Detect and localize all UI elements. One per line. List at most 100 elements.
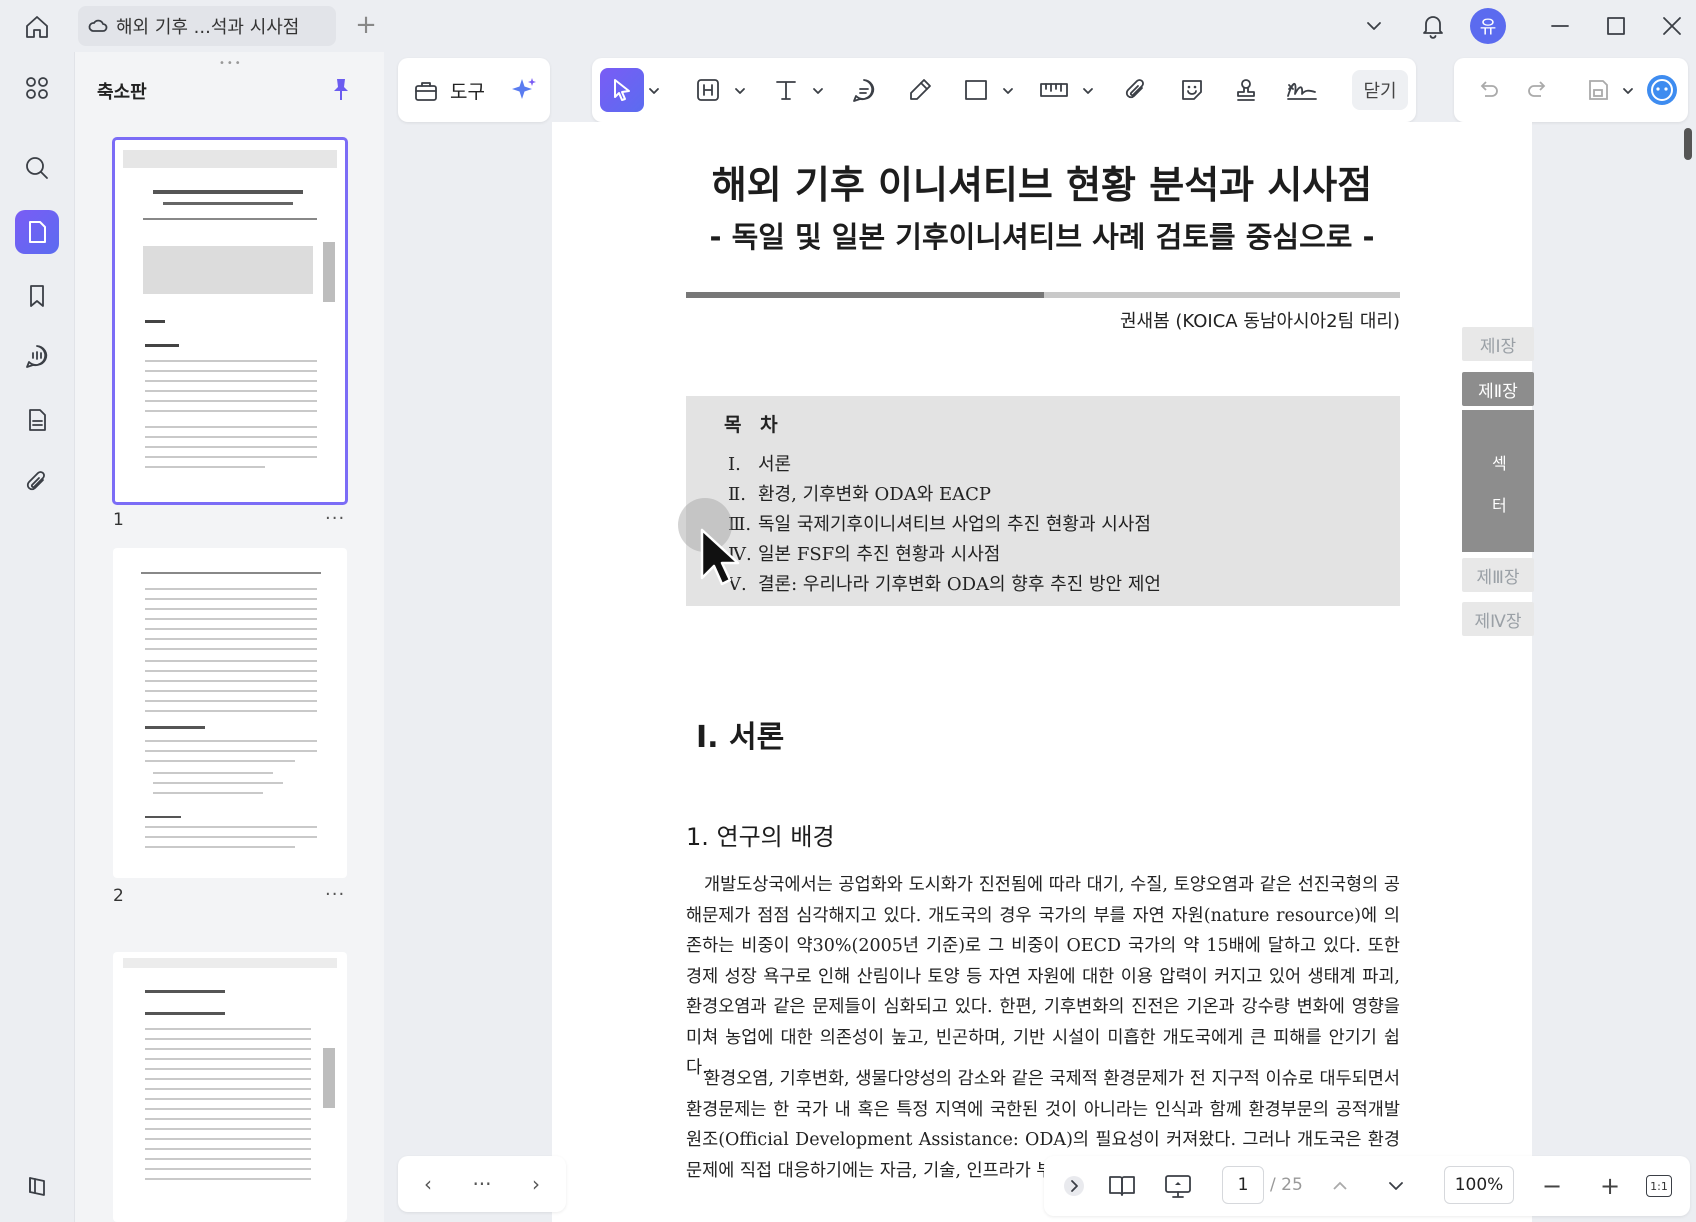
total-pages: / 25 (1270, 1175, 1303, 1195)
stamp-icon[interactable] (1224, 68, 1268, 112)
left-sidebar-rail (0, 52, 74, 1222)
bookmark-icon[interactable] (15, 274, 59, 318)
page-thumbnail-1[interactable] (112, 137, 348, 505)
comment-tool-icon[interactable] (842, 68, 886, 112)
toc-item[interactable]: Ⅰ. 서론 (728, 450, 791, 476)
maximize-icon[interactable] (1602, 12, 1630, 40)
tools-label[interactable]: 도구 (450, 77, 485, 104)
subsection-heading: 1. 연구의 배경 (686, 823, 835, 851)
panel-title: 축소판 (97, 82, 147, 103)
toc-item[interactable]: Ⅴ. 결론: 우리나라 기후변화 ODA의 향후 추진 방안 제언 (728, 570, 1161, 596)
toc-item-number: Ⅱ. (728, 484, 746, 505)
page-up-icon[interactable] (1324, 1170, 1356, 1202)
shape-tool-icon[interactable] (954, 68, 998, 112)
tab-title: 해외 기후 ...석과 시사점 (116, 17, 300, 38)
section-tab-2[interactable]: 제Ⅱ장 (1462, 372, 1534, 406)
chevron-down-icon[interactable] (1082, 86, 1094, 96)
chevron-down-icon[interactable] (812, 86, 824, 96)
apps-icon[interactable] (15, 66, 59, 110)
page-thumbnail-3[interactable] (113, 952, 347, 1222)
toolbox-icon[interactable] (412, 76, 440, 104)
table-of-contents: 목 차 Ⅰ. 서론 Ⅱ. 환경, 기후변화 ODA와 EACP Ⅲ. 독일 국제기후이… (686, 396, 1400, 606)
vertical-scrollbar[interactable] (1684, 128, 1692, 160)
close-window-icon[interactable] (1658, 12, 1686, 40)
zoom-in-button[interactable]: + (1594, 1170, 1626, 1202)
zoom-out-button[interactable]: − (1536, 1170, 1568, 1202)
zoom-level[interactable]: 100% (1444, 1166, 1514, 1204)
attach-file-icon[interactable] (1114, 68, 1158, 112)
layers-icon[interactable] (15, 1164, 59, 1208)
document-subtitle: - 독일 및 일본 기후이니셔티브 사례 검토를 중심으로 - (709, 220, 1375, 254)
toc-item[interactable]: Ⅲ. 독일 국제기후이니셔티브 사업의 추진 현황과 시사점 (728, 510, 1151, 536)
chevron-down-icon[interactable] (648, 86, 660, 96)
expand-arrow-icon[interactable] (1058, 1170, 1090, 1202)
toc-item-text: 일본 FSF의 추진 현황과 시사점 (758, 544, 1001, 565)
toc-item-text: 서론 (758, 454, 792, 475)
section-tab-1[interactable]: 제Ⅰ장 (1462, 327, 1534, 361)
actual-size-button[interactable]: 1:1 (1646, 1175, 1672, 1197)
current-page-input[interactable]: 1 (1222, 1166, 1264, 1204)
page-navigation: ‹ ··· › (398, 1156, 566, 1212)
next-arrow-icon[interactable]: › (522, 1170, 550, 1198)
chevron-down-icon[interactable] (1002, 86, 1014, 96)
toc-title: 목 차 (724, 414, 784, 436)
section-char: 섹 (1492, 454, 1507, 473)
chevron-down-icon[interactable] (734, 86, 746, 96)
select-tool-icon[interactable] (600, 68, 644, 112)
panel-grip[interactable]: ••• (219, 58, 243, 69)
highlight-tool-icon[interactable] (686, 68, 730, 112)
pin-icon[interactable] (329, 76, 353, 104)
ai-sparkle-icon[interactable] (509, 75, 539, 105)
pages-icon[interactable] (15, 210, 59, 254)
reading-mode-icon[interactable] (1106, 1170, 1138, 1202)
measure-tool-icon[interactable] (1032, 68, 1076, 112)
new-tab-button[interactable]: + (354, 12, 378, 38)
document-tab[interactable]: 해외 기후 ...석과 시사점 (78, 6, 336, 46)
annotation-toolbar: 닫기 (592, 58, 1416, 122)
more-icon[interactable]: ··· (468, 1170, 496, 1198)
section-tab-3[interactable]: 제Ⅲ장 (1462, 558, 1534, 592)
user-avatar[interactable]: 유 (1470, 8, 1506, 44)
document-page[interactable]: 해외 기후 이니셔티브 현황 분석과 시사점 - 독일 및 일본 기후이니셔티브… (552, 122, 1532, 1222)
chevron-down-icon[interactable] (1622, 86, 1634, 96)
title-divider (686, 292, 1400, 298)
search-icon[interactable] (15, 146, 59, 190)
page-thumbnail-2[interactable] (113, 548, 347, 878)
toc-item-text: 결론: 우리나라 기후변화 ODA의 향후 추진 방안 제언 (758, 574, 1161, 595)
toc-item-text: 환경, 기후변화 ODA와 EACP (758, 484, 992, 505)
thumbnail-more-button[interactable]: ··· (325, 884, 345, 905)
document-title: 해외 기후 이니셔티브 현황 분석과 시사점 (711, 163, 1373, 207)
section-tab-4[interactable]: 제Ⅳ장 (1462, 602, 1534, 636)
redo-icon[interactable] (1516, 68, 1560, 112)
tools-panel: 도구 (398, 58, 550, 122)
signature-icon[interactable] (1280, 68, 1324, 112)
form-icon[interactable] (15, 398, 59, 442)
thumbnail-page-number: 1 (113, 510, 124, 530)
toc-item-number: Ⅰ. (728, 454, 741, 475)
mouse-pointer-icon (700, 528, 744, 588)
toc-item[interactable]: Ⅳ. 일본 FSF의 추진 현황과 시사점 (728, 540, 1000, 566)
page-down-icon[interactable] (1380, 1170, 1412, 1202)
section-tab-expanded[interactable]: 섹 터 (1462, 410, 1534, 552)
thumbnail-more-button[interactable]: ··· (325, 508, 345, 529)
ai-assistant-icon[interactable] (1640, 68, 1684, 112)
pen-tool-icon[interactable] (898, 68, 942, 112)
document-author: 권새봄 (KOICA 동남아시아2팀 대리) (1120, 311, 1400, 332)
close-tools-button[interactable]: 닫기 (1352, 70, 1408, 110)
previous-arrow-icon[interactable]: ‹ (414, 1170, 442, 1198)
cloud-icon (88, 18, 108, 34)
save-icon[interactable] (1576, 68, 1620, 112)
notification-bell-icon[interactable] (1418, 10, 1448, 40)
home-icon[interactable] (20, 10, 54, 44)
toc-item[interactable]: Ⅱ. 환경, 기후변화 ODA와 EACP (728, 480, 991, 506)
attachment-icon[interactable] (15, 460, 59, 504)
comments-icon[interactable] (15, 334, 59, 378)
undo-icon[interactable] (1466, 68, 1510, 112)
sticker-icon[interactable] (1170, 68, 1214, 112)
minimize-icon[interactable] (1546, 12, 1574, 40)
presentation-icon[interactable] (1162, 1170, 1194, 1202)
chevron-down-icon[interactable] (1362, 14, 1386, 38)
text-tool-icon[interactable] (764, 68, 808, 112)
body-paragraph: 개발도상국에서는 공업화와 도시화가 진전됨에 따라 대기, 수질, 토양오염과… (686, 875, 1400, 1078)
title-bar: 해외 기후 ...석과 시사점 + 유 (0, 0, 1696, 52)
